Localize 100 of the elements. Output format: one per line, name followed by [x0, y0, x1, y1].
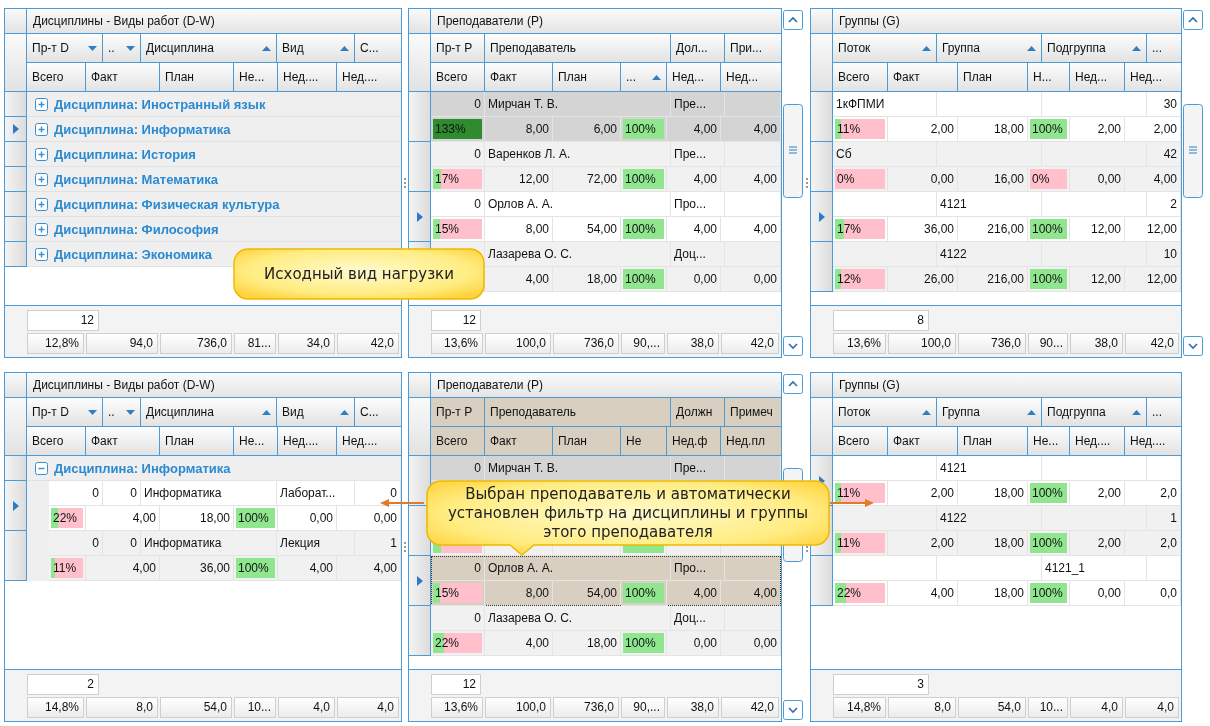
summary-cell: 10... [234, 697, 276, 718]
table-cell: 1 [355, 531, 401, 556]
summary-cell: 94,0 [86, 333, 158, 354]
summary-cell: 54,0 [160, 697, 232, 718]
summary-cell: 13,6% [833, 333, 886, 354]
table-cell: Пре... [671, 142, 725, 167]
table-cell: 4,00 [86, 556, 160, 581]
percent-text: 11% [836, 535, 861, 552]
table-cell: 10 [1147, 242, 1181, 267]
table-cell: Лекция [277, 531, 355, 556]
table-cell: 0 [431, 606, 485, 631]
table-cell: Орлов А. А. [485, 556, 671, 581]
table-cell: 0,00 [667, 267, 721, 292]
summary-cell: 54,0 [958, 697, 1026, 718]
table-cell: Лазарева О. С. [485, 242, 671, 267]
table-cell: 4121 [937, 456, 1042, 481]
table-cell: Варенков Л. А. [485, 142, 671, 167]
summary-cell: 12,8% [27, 333, 84, 354]
table-cell: Орлов А. А. [485, 192, 671, 217]
summary-cell: 13,6% [431, 333, 483, 354]
summary-cell: 90,... [621, 697, 665, 718]
table-cell: 0 [431, 192, 485, 217]
summary-cell: 42,0 [721, 333, 779, 354]
percent-text: 100% [624, 221, 656, 238]
percent-text: 100% [1031, 535, 1063, 552]
percent-text: 11% [836, 121, 861, 138]
summary-cell: 14,8% [27, 697, 84, 718]
table-cell: Про... [671, 192, 725, 217]
table-cell: 18,00 [553, 267, 621, 292]
summary-cell: 100,0 [485, 333, 551, 354]
table-cell: 4121_1 [1042, 556, 1147, 581]
table-cell: 12,00 [1125, 267, 1181, 292]
percent-text: 15% [434, 221, 460, 238]
summary-cell: 42,0 [721, 697, 779, 718]
table-cell: Мирчан Т. В. [485, 92, 671, 117]
percent-text: 100% [624, 585, 656, 602]
table-cell: 18,00 [553, 631, 621, 656]
table-cell: 0 [103, 531, 141, 556]
table-cell: 4121 [937, 192, 1042, 217]
table-cell: 216,00 [958, 267, 1028, 292]
percent-text: 11% [836, 485, 861, 502]
table-cell: Доц... [671, 606, 725, 631]
percent-text: 100% [624, 121, 656, 138]
percent-text: 22% [434, 635, 460, 652]
percent-text: 100% [237, 560, 269, 577]
summary-cell: 8,0 [888, 697, 956, 718]
table-cell: Информатика [141, 531, 277, 556]
percent-text: 11% [52, 560, 77, 577]
summary-cell: 100,0 [485, 697, 551, 718]
table-cell: 0 [49, 481, 103, 506]
summary-cell: 10... [1028, 697, 1068, 718]
percent-text: 100% [1031, 121, 1063, 138]
table-cell: 0 [431, 92, 485, 117]
table-cell: 2 [1147, 192, 1181, 217]
table-cell: 0,00 [667, 631, 721, 656]
table-cell: 30 [1147, 92, 1181, 117]
panel-title: Дисциплины - Виды работ (D-W) [27, 9, 401, 33]
panel-title: Группы (G) [833, 373, 1181, 397]
table-cell: Доц... [671, 242, 725, 267]
summary-cell: 8,0 [86, 697, 158, 718]
group-title: Дисциплина: Философия [54, 221, 219, 237]
group-title: Дисциплина: Физическая культура [54, 196, 280, 212]
table-cell: 12,00 [1070, 267, 1125, 292]
percent-text: 100% [237, 510, 269, 527]
summary-cell: 38,0 [667, 697, 719, 718]
table-cell: 42 [1147, 142, 1181, 167]
percent-text: 17% [836, 221, 862, 238]
percent-text: 22% [836, 585, 862, 602]
summary-cell: 8 [833, 310, 929, 331]
summary-cell: 12 [27, 310, 99, 331]
percent-text: 100% [1031, 271, 1063, 288]
panel-title: Преподаватели (P) [431, 373, 781, 397]
table-cell: 0 [431, 556, 485, 581]
table-cell: 1 [1147, 506, 1181, 531]
summary-cell: 13,6% [431, 697, 483, 718]
table-cell: Информатика [141, 481, 277, 506]
callout-tooltip: Исходный вид нагрузки [233, 248, 485, 300]
summary-cell: 3 [833, 674, 929, 695]
table-cell: 36,00 [160, 556, 234, 581]
percent-text: 100% [624, 635, 656, 652]
group-title: Дисциплина: Иностранный язык [54, 96, 266, 112]
table-cell: 0 [103, 481, 141, 506]
summary-cell: 2 [27, 674, 99, 695]
percent-text: 22% [52, 510, 78, 527]
percent-text: 100% [1031, 485, 1063, 502]
summary-cell: 4,0 [278, 697, 335, 718]
table-cell: 0 [49, 531, 103, 556]
summary-cell: 4,0 [1125, 697, 1179, 718]
panel-title: Группы (G) [833, 9, 1181, 33]
group-title: Дисциплина: История [54, 146, 196, 162]
table-cell: 4122 [937, 506, 1042, 531]
table-cell: 0,00 [1070, 581, 1125, 606]
summary-cell: 736,0 [958, 333, 1026, 354]
table-cell: 18,00 [958, 581, 1028, 606]
summary-cell: 81... [234, 333, 276, 354]
group-title: Дисциплина: Экономика [54, 246, 213, 262]
table-cell: 1кФПМИ [833, 92, 937, 117]
group-title: Дисциплина: Информатика [54, 460, 231, 476]
table-cell: 0 [431, 142, 485, 167]
summary-cell: 736,0 [160, 333, 232, 354]
